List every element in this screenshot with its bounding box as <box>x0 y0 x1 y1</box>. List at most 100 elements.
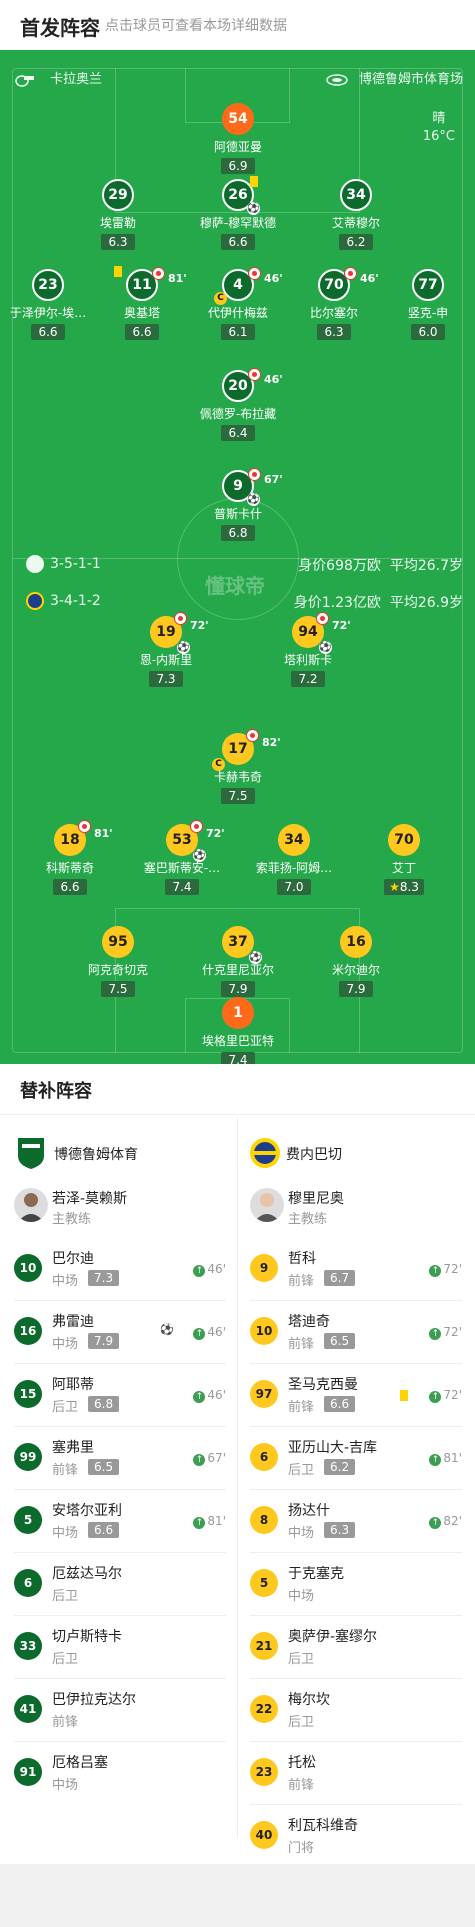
sub-in-arrow-icon: ↑ <box>193 1328 206 1340</box>
sub-player-row[interactable]: 22 梅尔坎 后卫 <box>250 1679 462 1742</box>
player-2[interactable]: 26 ⚽ 穆萨-穆罕默德 6.6 <box>183 176 293 250</box>
player-number: 11 81' <box>114 266 187 301</box>
player-5[interactable]: 11 81' 奥基塔 6.6 <box>87 266 197 340</box>
sub-player-row[interactable]: 5 于克塞克 中场 <box>250 1553 462 1616</box>
player-rating: 6.1 <box>221 324 255 340</box>
sub-player-name: 利瓦科维奇 <box>288 1818 358 1834</box>
away-team-name: 费内巴切 <box>286 1147 342 1163</box>
home-team-name: 博德鲁姆体育 <box>54 1147 138 1163</box>
sub-player-name: 于克塞克 <box>288 1566 344 1582</box>
sub-player-name: 亚历山大-吉库 <box>288 1440 378 1456</box>
player-rating: 7.0 <box>277 879 311 895</box>
sub-player-position: 中场 <box>52 1337 79 1352</box>
player-16[interactable]: 34 索菲扬-阿姆… 7.0 <box>239 824 349 895</box>
player-18[interactable]: 95 阿克奇切克 7.5 <box>63 926 173 997</box>
sub-player-position: 门将 <box>288 1841 315 1856</box>
weather-info: 晴 16°C <box>423 110 455 146</box>
sub-player-name: 厄兹达马尔 <box>52 1566 122 1582</box>
sub-player-row[interactable]: 97 圣马克西曼 前锋 6.6 ↑ 72' <box>250 1364 462 1427</box>
player-rating: 6.6 <box>31 324 65 340</box>
sub-player-position: 后卫 <box>52 1652 79 1667</box>
sub-player-name: 巴伊拉克达尔 <box>52 1692 136 1708</box>
sub-player-position: 前锋 <box>52 1715 79 1730</box>
sub-player-position: 后卫 <box>288 1715 315 1730</box>
sub-time: 82' <box>262 736 281 749</box>
player-11[interactable]: 19 72' ⚽ 恩-内斯里 7.3 <box>111 612 221 687</box>
sub-player-row[interactable]: 21 奥萨伊-塞缪尔 后卫 <box>250 1616 462 1679</box>
sub-player-row[interactable]: 41 巴伊拉克达尔 前锋 <box>14 1679 226 1742</box>
player-name: 埃雷勒 <box>99 216 136 230</box>
sub-in-arrow-icon: ↑ <box>429 1391 442 1403</box>
player-13[interactable]: 17 82' C 卡赫韦奇 7.5 <box>183 729 293 804</box>
sub-time: 46' <box>264 373 283 386</box>
sub-player-row[interactable]: 6 厄兹达马尔 后卫 <box>14 1553 226 1616</box>
sub-out-icon <box>174 612 187 625</box>
player-8[interactable]: 77 竖克-申 6.0 <box>373 269 475 340</box>
coach-name: 若泽-莫赖斯 <box>52 1191 128 1207</box>
player-21[interactable]: 1 埃格里巴亚特 7.4 <box>183 997 293 1064</box>
player-0[interactable]: 54 阿德亚曼 6.9 <box>183 103 293 174</box>
coach-name: 穆里尼奥 <box>288 1191 344 1207</box>
captain-icon: C <box>214 292 227 305</box>
goal-ball-icon: ⚽ <box>319 641 332 654</box>
sub-player-position: 前锋 <box>288 1400 315 1415</box>
sub-out-icon <box>248 267 261 280</box>
sub-player-row[interactable]: 16 弗雷迪 中场 7.9 ↑ 46' ⚽ <box>14 1301 226 1364</box>
player-12[interactable]: 94 72' ⚽ 塔利斯卡 7.2 <box>253 612 363 687</box>
sub-player-name: 阿耶蒂 <box>52 1377 94 1393</box>
sub-in-arrow-icon: ↑ <box>429 1454 442 1466</box>
player-name: 塔利斯卡 <box>283 653 332 667</box>
away-team-logo-icon <box>248 1136 280 1170</box>
away-formation: 3-4-1-2 <box>26 592 101 610</box>
sub-player-number: 41 <box>14 1695 42 1723</box>
sub-in-time: ↑ 46' <box>193 1388 226 1403</box>
sub-player-row[interactable]: 40 利瓦科维奇 门将 <box>250 1805 462 1868</box>
stadium-info: 博德鲁姆市体育场 <box>325 68 463 87</box>
sub-player-row[interactable]: 23 托松 前锋 <box>250 1742 462 1805</box>
player-rating: 7.4 <box>165 879 199 895</box>
player-1[interactable]: 29 埃雷勒 6.3 <box>63 179 173 250</box>
sub-in-arrow-icon: ↑ <box>429 1517 442 1529</box>
player-19[interactable]: 37 ⚽ 什克里尼亚尔 7.9 <box>183 926 293 997</box>
player-name: 米尔迪尔 <box>331 963 380 977</box>
player-3[interactable]: 34 艾蒂穆尔 6.2 <box>301 179 411 250</box>
sub-player-position: 中场 <box>288 1526 315 1541</box>
sub-player-number: 21 <box>250 1632 278 1660</box>
sub-player-row[interactable]: 9 哲科 前锋 6.7 ↑ 72' <box>250 1238 462 1301</box>
sub-player-row[interactable]: 6 亚历山大-吉库 后卫 6.2 ↑ 81' <box>250 1427 462 1490</box>
sub-player-number: 6 <box>14 1569 42 1597</box>
player-6[interactable]: 4 46' C 代伊什梅兹 6.1 <box>183 267 293 340</box>
away-coach[interactable]: 穆里尼奥 主教练 <box>250 1184 470 1234</box>
player-17[interactable]: 70 艾丁 ★8.3 <box>349 824 459 895</box>
player-number: 34 <box>278 824 310 856</box>
sub-player-row[interactable]: 91 厄格吕塞 中场 <box>14 1742 226 1805</box>
player-number: 29 <box>102 179 134 211</box>
sub-player-row[interactable]: 10 巴尔迪 中场 7.3 ↑ 46' <box>14 1238 226 1301</box>
sub-player-row[interactable]: 10 塔迪奇 前锋 6.5 ↑ 72' <box>250 1301 462 1364</box>
sub-player-row[interactable]: 99 塞弗里 前锋 6.5 ↑ 67' <box>14 1427 226 1490</box>
sub-player-row[interactable]: 8 扬达什 中场 6.3 ↑ 82' <box>250 1490 462 1553</box>
sub-out-icon <box>248 468 261 481</box>
goal-ball-icon: ⚽ <box>247 493 260 506</box>
sub-player-rating: 6.6 <box>324 1396 356 1412</box>
sub-player-number: 5 <box>250 1569 278 1597</box>
home-coach[interactable]: 若泽-莫赖斯 主教练 <box>14 1184 234 1234</box>
sub-in-arrow-icon: ↑ <box>193 1517 206 1529</box>
sub-player-name: 切卢斯特卡 <box>52 1629 122 1645</box>
player-14[interactable]: 18 81' 科斯蒂奇 6.6 <box>15 820 125 895</box>
player-20[interactable]: 16 米尔迪尔 7.9 <box>301 926 411 997</box>
sub-player-row[interactable]: 5 安塔尔亚利 中场 6.6 ↑ 81' <box>14 1490 226 1553</box>
sub-player-row[interactable]: 15 阿耶蒂 后卫 6.8 ↑ 46' <box>14 1364 226 1427</box>
sub-player-name: 扬达什 <box>288 1503 330 1519</box>
sub-out-icon <box>246 729 259 742</box>
sub-in-time: ↑ 72' <box>429 1262 462 1277</box>
sub-in-time: ↑ 72' <box>429 1325 462 1340</box>
stadium-icon <box>325 72 349 87</box>
sub-player-name: 厄格吕塞 <box>52 1755 108 1771</box>
player-15[interactable]: 53 72' ⚽ 塞巴斯蒂安-… 7.4 <box>127 820 237 895</box>
player-10[interactable]: 9 67' ⚽ 普斯卡什 6.8 <box>183 468 293 541</box>
sub-player-position: 后卫 <box>288 1652 315 1667</box>
player-name: 什克里尼亚尔 <box>201 963 274 977</box>
player-9[interactable]: 20 46' 佩德罗-布拉藏 6.4 <box>183 368 293 441</box>
sub-player-row[interactable]: 33 切卢斯特卡 后卫 <box>14 1616 226 1679</box>
